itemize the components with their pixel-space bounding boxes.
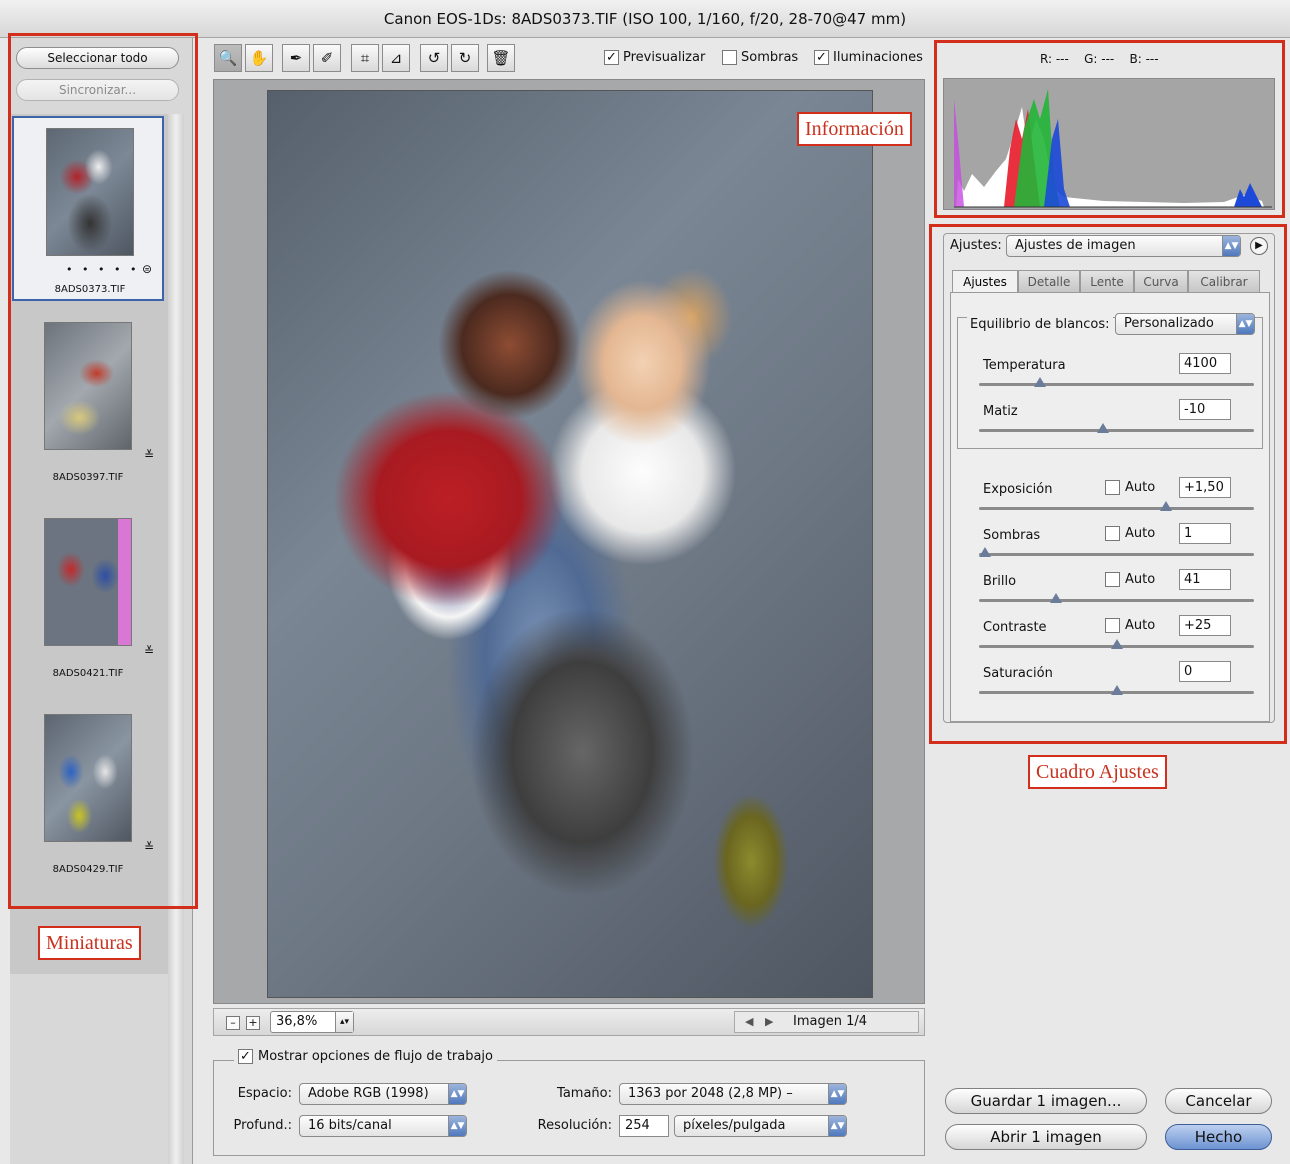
zoom-out-button[interactable]: –: [226, 1016, 240, 1030]
info-annotation: Información: [797, 112, 912, 146]
rotate-left-icon[interactable]: ↺: [420, 44, 448, 72]
resolution-unit-stepper-icon[interactable]: ▲▼: [828, 1116, 846, 1136]
done-button[interactable]: Hecho: [1165, 1124, 1272, 1150]
size-label: Tamaño:: [557, 1086, 612, 1101]
highlights-label: Iluminaciones: [833, 50, 923, 65]
size-select[interactable]: 1363 por 2048 (2,8 MP) – ▲▼: [619, 1083, 847, 1105]
shadows-check-icon[interactable]: [722, 50, 737, 65]
resolution-label: Resolución:: [537, 1118, 612, 1133]
open-image-button[interactable]: Abrir 1 imagen: [945, 1124, 1147, 1150]
space-stepper-icon[interactable]: ▲▼: [448, 1084, 466, 1104]
tool-bar: 🔍 ✋ ✒ ✐ ⌗ ⊿ ↺ ↻ 🗑 ✓ Previsualizar Sombras…: [212, 44, 927, 76]
depth-value: 16 bits/canal: [308, 1118, 392, 1133]
zoom-stepper-icon[interactable]: ▴▾: [335, 1012, 353, 1032]
space-select[interactable]: Adobe RGB (1998) ▲▼: [299, 1083, 467, 1105]
depth-select[interactable]: 16 bits/canal ▲▼: [299, 1115, 467, 1137]
save-image-button[interactable]: Guardar 1 imagen...: [945, 1088, 1147, 1114]
preview-label: Previsualizar: [623, 50, 706, 65]
zoom-level-value: 36,8%: [276, 1014, 318, 1029]
tab-ajustes[interactable]: Ajustes: [952, 270, 1018, 292]
image-counter: Imagen 1/4: [793, 1014, 868, 1029]
next-image-icon[interactable]: ▶: [765, 1015, 773, 1028]
zoom-level-select[interactable]: 36,8% ▴▾: [270, 1011, 354, 1033]
color-sampler-tool-icon[interactable]: ✐: [313, 44, 341, 72]
shadows-checkbox[interactable]: Sombras: [722, 50, 798, 65]
previous-image-icon[interactable]: ◀: [745, 1015, 753, 1028]
shadows-label: Sombras: [741, 50, 799, 65]
highlights-checkbox[interactable]: ✓ Iluminaciones: [814, 50, 923, 65]
image-navigator: ◀ ▶ Imagen 1/4: [734, 1011, 919, 1033]
settings-highlight-box: [929, 224, 1287, 744]
cancel-button[interactable]: Cancelar: [1165, 1088, 1272, 1114]
resolution-unit-select[interactable]: píxeles/pulgada ▲▼: [674, 1115, 847, 1137]
hand-tool-icon[interactable]: ✋: [245, 44, 273, 72]
preview-checkbox[interactable]: ✓ Previsualizar: [604, 50, 705, 65]
trash-icon[interactable]: 🗑: [487, 44, 515, 72]
workflow-toggle-label: Mostrar opciones de flujo de trabajo: [258, 1049, 493, 1064]
space-label: Espacio:: [237, 1086, 292, 1101]
depth-stepper-icon[interactable]: ▲▼: [448, 1116, 466, 1136]
space-value: Adobe RGB (1998): [308, 1086, 429, 1101]
rotate-right-icon[interactable]: ↻: [451, 44, 479, 72]
zoom-bar: – + 36,8% ▴▾ ◀ ▶ Imagen 1/4: [213, 1008, 925, 1036]
zoom-in-button[interactable]: +: [246, 1016, 260, 1030]
zoom-tool-icon[interactable]: 🔍: [214, 44, 242, 72]
resolution-input[interactable]: 254: [619, 1115, 669, 1137]
info-highlight-box: [934, 40, 1285, 218]
preview-check-icon[interactable]: ✓: [604, 50, 619, 65]
thumbnails-highlight-box: [8, 33, 198, 909]
settings-annotation: Cuadro Ajustes: [1028, 755, 1167, 789]
workflow-check-icon[interactable]: ✓: [238, 1049, 253, 1064]
white-balance-tool-icon[interactable]: ✒: [282, 44, 310, 72]
size-stepper-icon[interactable]: ▲▼: [828, 1084, 846, 1104]
workflow-toggle[interactable]: ✓ Mostrar opciones de flujo de trabajo: [234, 1049, 497, 1064]
image-preview-area[interactable]: [213, 79, 925, 1004]
workflow-options-group: ✓ Mostrar opciones de flujo de trabajo Es…: [213, 1049, 925, 1156]
size-value: 1363 por 2048 (2,8 MP) –: [628, 1086, 793, 1101]
straighten-tool-icon[interactable]: ⊿: [382, 44, 410, 72]
resolution-unit-value: píxeles/pulgada: [683, 1118, 786, 1133]
crop-tool-icon[interactable]: ⌗: [351, 44, 379, 72]
depth-label: Profund.:: [233, 1118, 292, 1133]
preview-photo: [267, 90, 873, 998]
thumbnails-annotation: Miniaturas: [38, 926, 141, 960]
highlights-check-icon[interactable]: ✓: [814, 50, 829, 65]
